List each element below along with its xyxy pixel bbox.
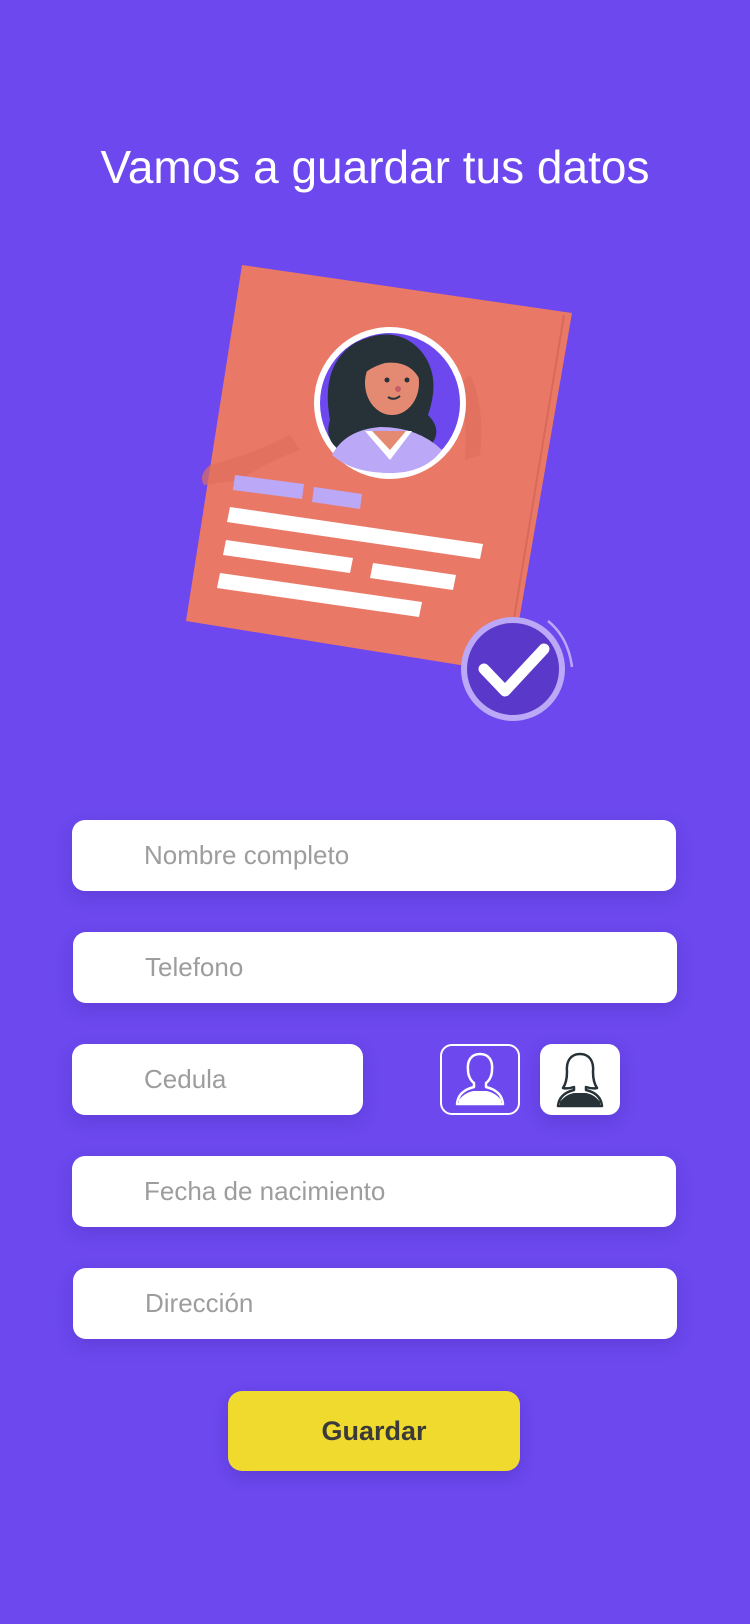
id-number-input[interactable] <box>72 1044 363 1115</box>
full-name-input[interactable] <box>72 820 676 891</box>
birth-date-input[interactable] <box>72 1156 676 1227</box>
check-badge-icon <box>461 617 574 721</box>
phone-field <box>73 932 677 1003</box>
female-user-icon <box>556 1052 604 1107</box>
birth-date-field <box>72 1156 676 1227</box>
phone-input[interactable] <box>73 932 677 1003</box>
page-title: Vamos a guardar tus datos <box>100 141 650 193</box>
address-input[interactable] <box>73 1268 677 1339</box>
avatar <box>314 327 466 479</box>
gender-female-button[interactable] <box>540 1044 620 1115</box>
address-field <box>73 1268 677 1339</box>
profile-document-illustration <box>186 265 574 721</box>
gender-male-button[interactable] <box>440 1044 520 1115</box>
save-button[interactable]: Guardar <box>228 1391 520 1471</box>
male-user-icon <box>455 1052 505 1105</box>
full-name-field <box>72 820 676 891</box>
id-number-field <box>72 1044 363 1115</box>
